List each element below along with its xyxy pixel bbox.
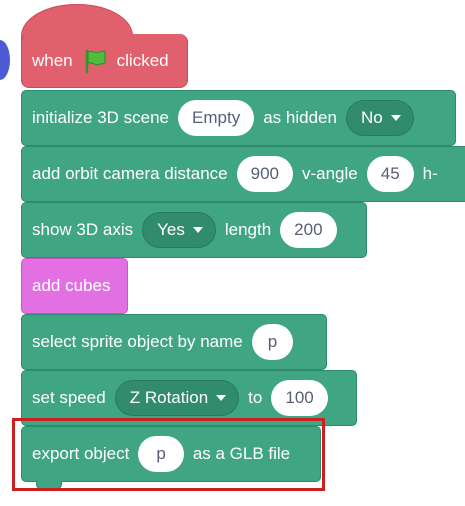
axis-visible-value: Yes — [157, 220, 185, 239]
speed-property-value: Z Rotation — [129, 388, 209, 407]
show-3d-axis-block[interactable]: show 3D axis Yes length 200 — [21, 202, 367, 258]
v-angle-input[interactable]: 45 — [366, 156, 414, 192]
length-label: length — [224, 220, 272, 239]
speed-property-dropdown[interactable]: Z Rotation — [114, 380, 240, 416]
select-sprite-label: select sprite object by name — [32, 332, 243, 351]
set-speed-block[interactable]: set speed Z Rotation to 100 — [21, 370, 357, 426]
caret-down-icon — [390, 115, 401, 121]
add-cubes-label: add cubes — [32, 276, 111, 295]
camera-distance-input[interactable]: 900 — [236, 156, 293, 192]
block-bottom-notch — [36, 481, 62, 490]
select-sprite-object-block[interactable]: select sprite object by name p — [21, 314, 327, 370]
to-label: to — [248, 388, 263, 407]
clicked-label: clicked — [116, 50, 169, 70]
initialize-3d-scene-label: initialize 3D scene — [32, 108, 170, 127]
export-object-input[interactable]: p — [138, 436, 184, 472]
speed-value-input[interactable]: 100 — [271, 380, 328, 416]
caret-down-icon — [192, 227, 203, 233]
add-orbit-camera-block[interactable]: add orbit camera distance 900 v-angle 45… — [21, 146, 465, 202]
axis-length-input[interactable]: 200 — [280, 212, 337, 248]
axis-visible-dropdown[interactable]: Yes — [142, 212, 216, 248]
hidden-dropdown-value: No — [360, 108, 383, 127]
when-label: when — [32, 50, 73, 70]
export-object-label: export object — [32, 444, 130, 463]
show-3d-axis-label: show 3D axis — [32, 220, 134, 239]
add-orbit-camera-label: add orbit camera distance — [32, 164, 228, 183]
partial-block-edge — [0, 40, 10, 80]
when-flag-clicked-block[interactable]: when clicked — [21, 34, 188, 88]
green-flag-icon — [82, 48, 108, 74]
scene-type-input[interactable]: Empty — [178, 100, 255, 136]
v-angle-label: v-angle — [301, 164, 358, 183]
hidden-dropdown[interactable]: No — [345, 100, 414, 136]
h-angle-label-partial: h- — [422, 164, 438, 183]
as-glb-file-label: as a GLB file — [192, 444, 291, 463]
add-cubes-block[interactable]: add cubes — [21, 258, 128, 314]
sprite-name-input[interactable]: p — [251, 324, 294, 360]
set-speed-label: set speed — [32, 388, 106, 407]
initialize-3d-scene-block[interactable]: initialize 3D scene Empty as hidden No — [21, 90, 456, 146]
caret-down-icon — [216, 395, 227, 401]
export-object-glb-block[interactable]: export object p as a GLB file — [21, 426, 321, 482]
as-hidden-label: as hidden — [263, 108, 337, 127]
